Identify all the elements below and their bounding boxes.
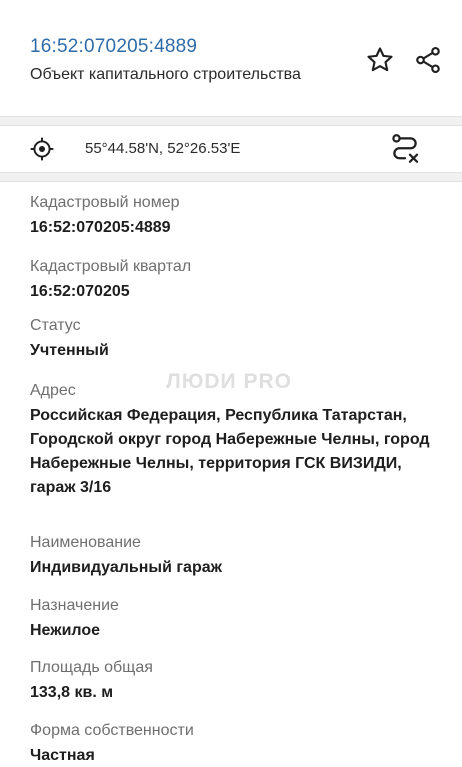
field-value: Учтенный — [30, 342, 109, 359]
field-label: Кадастровый квартал — [30, 258, 192, 275]
section-divider-bottom — [0, 172, 462, 182]
field-value: Нежилое — [30, 622, 101, 639]
cadastral-number-title[interactable]: 16:52:070205:4889 — [30, 36, 197, 58]
field-label: Наименование — [30, 534, 141, 551]
object-type-subtitle: Объект капитального строительства — [30, 66, 301, 83]
route-cancel-icon — [392, 134, 419, 163]
share-icon — [416, 46, 440, 74]
coordinates-text[interactable]: 55°44.58'N, 52°26.53'E — [85, 140, 240, 157]
locate-button[interactable] — [26, 133, 58, 165]
route-button[interactable] — [386, 130, 424, 168]
field-value[interactable]: 16:52:070205 — [30, 280, 430, 304]
section-divider-top — [0, 116, 462, 126]
crosshair-target-icon — [30, 137, 54, 161]
field-label: Статус — [30, 317, 81, 334]
field-label: Площадь общая — [30, 659, 153, 676]
field-value: Частная — [30, 747, 95, 764]
field-cadastral-number: Кадастровый номер 16:52:070205:4889 — [30, 192, 430, 240]
field-cadastral-quarter: Кадастровый квартал 16:52:070205 — [30, 256, 430, 304]
field-value[interactable]: Российская Федерация, Республика Татарст… — [30, 404, 430, 500]
field-address: Адрес Российская Федерация, Республика Т… — [30, 380, 430, 500]
field-label: Адрес — [30, 382, 76, 399]
star-outline-icon — [367, 47, 393, 72]
field-label: Назначение — [30, 597, 119, 614]
field-status: Статус Учтенный — [30, 315, 430, 363]
field-value: 133,8 кв. м — [30, 684, 114, 701]
field-total-area: Площадь общая 133,8 кв. м — [30, 657, 430, 705]
field-label: Форма собственности — [30, 722, 194, 739]
field-name: Наименование Индивидуальный гараж — [30, 532, 430, 580]
favorite-button[interactable] — [362, 42, 398, 78]
share-button[interactable] — [410, 42, 446, 78]
field-label: Кадастровый номер — [30, 194, 180, 211]
field-value[interactable]: 16:52:070205:4889 — [30, 216, 430, 240]
field-value: Индивидуальный гараж — [30, 559, 222, 576]
field-purpose: Назначение Нежилое — [30, 595, 430, 643]
field-ownership-form: Форма собственности Частная — [30, 720, 430, 767]
